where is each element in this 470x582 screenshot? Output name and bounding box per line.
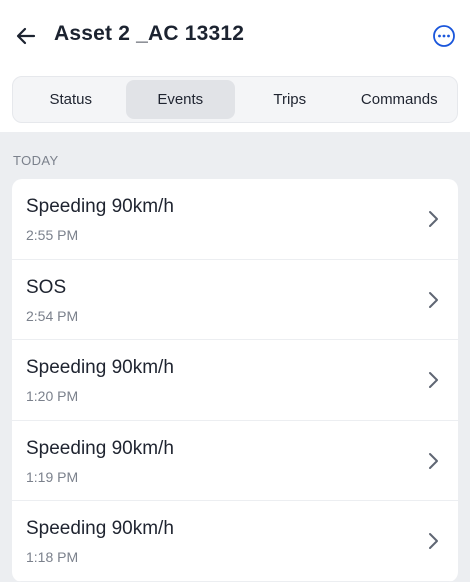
- event-row[interactable]: Speeding 90km/h 2:55 PM: [12, 179, 458, 260]
- event-time: 1:19 PM: [26, 468, 79, 485]
- app-header: Asset 2 _AC 13312: [0, 0, 470, 72]
- section-label-today: TODAY: [13, 153, 59, 168]
- event-title: Speeding 90km/h: [26, 518, 174, 539]
- tab-commands[interactable]: Commands: [345, 80, 455, 119]
- more-options-button[interactable]: [432, 24, 456, 48]
- event-time: 1:18 PM: [26, 549, 79, 565]
- page-title: Asset 2 _AC 13312: [54, 22, 245, 45]
- events-list: Speeding 90km/h 2:55 PM SOS 2:54 PM Spee…: [12, 179, 458, 582]
- event-time: 1:20 PM: [26, 388, 79, 404]
- tab-trips[interactable]: Trips: [235, 80, 345, 119]
- tab-status[interactable]: Status: [16, 80, 126, 119]
- tab-events[interactable]: Events: [125, 80, 235, 119]
- chevron-right-icon: [426, 209, 440, 229]
- event-title: Speeding 90km/h: [26, 357, 174, 378]
- tab-bar: Status Events Trips Commands: [12, 76, 458, 123]
- event-row[interactable]: SOS 2:54 PM: [12, 260, 458, 340]
- more-horizontal-circle-icon: [433, 25, 455, 47]
- chevron-right-icon: [426, 451, 440, 471]
- event-time: 2:55 PM: [26, 227, 79, 243]
- chevron-right-icon: [426, 290, 440, 310]
- event-row[interactable]: Speeding 90km/h 1:18 PM: [12, 501, 458, 582]
- event-row[interactable]: Speeding 90km/h 1:20 PM: [12, 340, 458, 421]
- arrow-left-icon: [16, 27, 36, 45]
- events-content: TODAY Speeding 90km/h 2:55 PM SOS 2:54 P…: [0, 132, 470, 582]
- event-title: Speeding 90km/h: [26, 437, 174, 459]
- back-button[interactable]: [12, 22, 40, 50]
- event-title: SOS: [26, 276, 67, 298]
- chevron-right-icon: [426, 531, 440, 551]
- event-time: 2:54 PM: [26, 307, 79, 324]
- event-title: Speeding 90km/h: [26, 196, 174, 217]
- chevron-right-icon: [426, 370, 440, 390]
- event-row[interactable]: Speeding 90km/h 1:19 PM: [12, 421, 458, 501]
